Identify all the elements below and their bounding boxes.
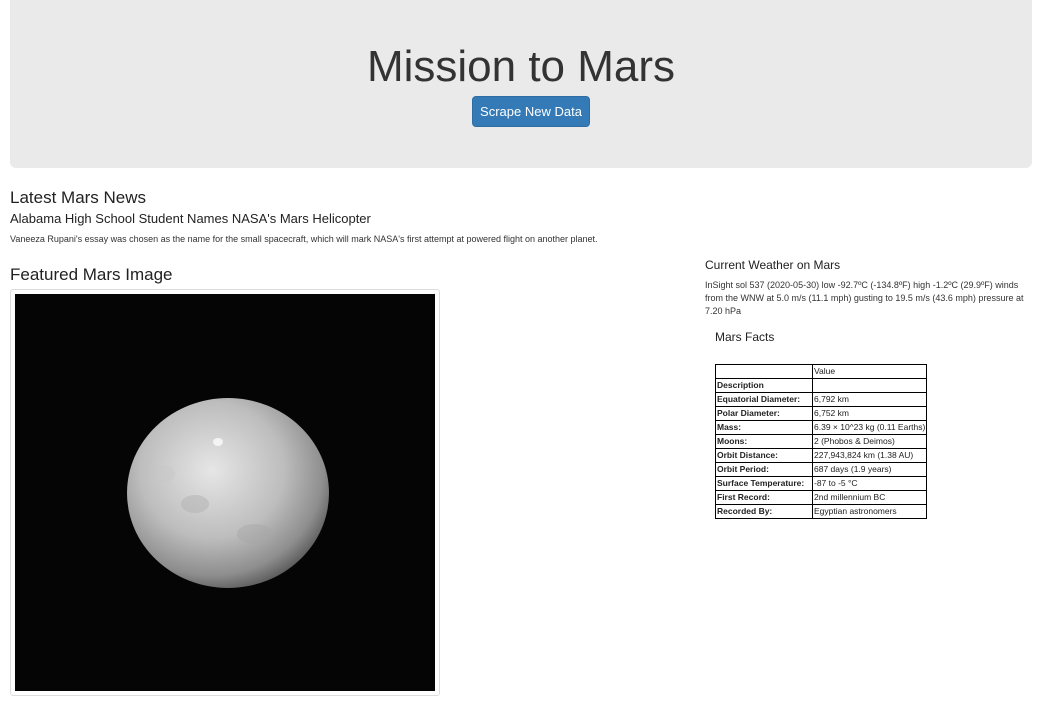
news-teaser: Vaneeza Rupani's essay was chosen as the… — [10, 234, 598, 244]
fact-value: 2nd millennium BC — [811, 490, 928, 505]
table-row: Equatorial Diameter: 6,792 km — [715, 392, 928, 407]
scrape-new-data-button[interactable]: Scrape New Data — [472, 96, 590, 127]
fact-value: 6.39 × 10^23 kg (0.11 Earths) — [811, 420, 928, 435]
weather-tweet: InSight sol 537 (2020-05-30) low -92.7ºC… — [705, 280, 1024, 316]
facts-header-row: Value — [715, 364, 928, 379]
weather-section-title: Current Weather on Mars — [705, 258, 841, 272]
table-row: Surface Temperature: -87 to -5 °C — [715, 476, 928, 491]
fact-label: Equatorial Diameter: — [715, 392, 813, 407]
fact-value: 6,752 km — [811, 406, 928, 421]
header-jumbotron: Mission to Mars Scrape New Data — [10, 0, 1032, 168]
table-row: Polar Diameter: 6,752 km — [715, 406, 928, 421]
fact-label: Orbit Period: — [715, 462, 813, 477]
fact-label: Polar Diameter: — [715, 406, 813, 421]
fact-label: Orbit Distance: — [715, 448, 813, 463]
fact-label: Recorded By: — [715, 504, 813, 519]
facts-section-title: Mars Facts — [715, 330, 775, 344]
fact-value: 2 (Phobos & Deimos) — [811, 434, 928, 449]
mars-facts-table: Value Description Equatorial Diameter: 6,… — [715, 364, 928, 519]
fact-value: 227,943,824 km (1.38 AU) — [811, 448, 928, 463]
facts-value-header: Value — [811, 364, 928, 379]
fact-value: 6,792 km — [811, 392, 928, 407]
table-row: Recorded By: Egyptian astronomers — [715, 504, 928, 519]
facts-corner-cell — [715, 364, 813, 379]
facts-index-header: Description — [715, 378, 813, 393]
table-row: Mass: 6.39 × 10^23 kg (0.11 Earths) — [715, 420, 928, 435]
facts-index-empty-cell — [811, 378, 928, 393]
fact-label: Surface Temperature: — [715, 476, 813, 491]
fact-label: Moons: — [715, 434, 813, 449]
table-row: Orbit Period: 687 days (1.9 years) — [715, 462, 928, 477]
featured-mars-image — [15, 294, 435, 691]
news-section-title: Latest Mars News — [10, 188, 147, 207]
featured-image-frame — [10, 289, 440, 696]
table-row: Orbit Distance: 227,943,824 km (1.38 AU) — [715, 448, 928, 463]
table-row: Moons: 2 (Phobos & Deimos) — [715, 434, 928, 449]
news-headline: Alabama High School Student Names NASA's… — [10, 211, 371, 226]
fact-value: Egyptian astronomers — [811, 504, 928, 519]
featured-image-title: Featured Mars Image — [10, 265, 173, 284]
facts-index-row: Description — [715, 378, 928, 393]
table-row: First Record: 2nd millennium BC — [715, 490, 928, 505]
fact-value: -87 to -5 °C — [811, 476, 928, 491]
fact-label: Mass: — [715, 420, 813, 435]
fact-value: 687 days (1.9 years) — [811, 462, 928, 477]
fact-label: First Record: — [715, 490, 813, 505]
page-title: Mission to Mars — [366, 42, 676, 91]
